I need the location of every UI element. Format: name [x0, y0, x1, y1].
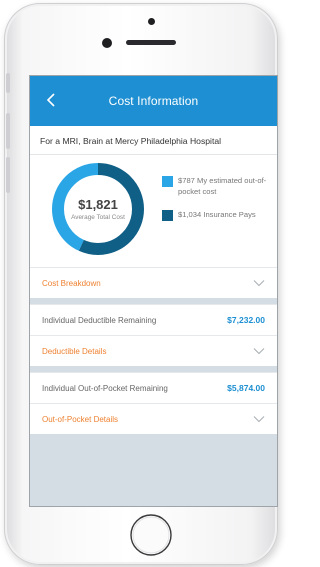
deductible-row: Individual Deductible Remaining $7,232.0… [30, 304, 277, 335]
out-of-pocket-details-toggle[interactable]: Out-of-Pocket Details [30, 403, 277, 434]
deductible-value: $7,232.00 [227, 315, 265, 325]
mute-switch [6, 73, 10, 93]
home-button[interactable] [128, 512, 174, 558]
page-title: Cost Information [108, 94, 199, 108]
deductible-card: Individual Deductible Remaining $7,232.0… [30, 304, 277, 366]
cost-breakdown-toggle[interactable]: Cost Breakdown [30, 267, 277, 298]
deductible-details-link[interactable]: Deductible Details [42, 347, 106, 356]
cost-breakdown-link[interactable]: Cost Breakdown [42, 279, 101, 288]
chevron-down-icon[interactable] [253, 415, 265, 423]
chart-legend: $787 My estimated out-of-pocket cost $1,… [162, 175, 277, 233]
back-chevron-icon[interactable] [44, 91, 60, 109]
out-of-pocket-swatch [162, 176, 173, 187]
deductible-label: Individual Deductible Remaining [42, 315, 157, 325]
insurance-swatch [162, 210, 173, 221]
legend-label: $1,034 Insurance Pays [178, 210, 256, 219]
legend-label: $787 My estimated out-of-pocket cost [178, 176, 267, 196]
out-of-pocket-value: $5,874.00 [227, 383, 265, 393]
volume-up-button [6, 113, 10, 149]
cost-donut-chart [52, 163, 144, 255]
cost-summary-card: For a MRI, Brain at Mercy Philadelphia H… [30, 126, 277, 267]
earpiece-speaker [126, 40, 176, 45]
sensor-dot [148, 18, 155, 25]
app-screen: Cost Information For a MRI, Brain at Mer… [29, 75, 278, 507]
chevron-down-icon[interactable] [253, 347, 265, 355]
procedure-description: For a MRI, Brain at Mercy Philadelphia H… [30, 134, 277, 155]
legend-item-insurance: $1,034 Insurance Pays [162, 209, 277, 221]
out-of-pocket-label: Individual Out-of-Pocket Remaining [42, 383, 168, 393]
deductible-details-toggle[interactable]: Deductible Details [30, 335, 277, 366]
volume-down-button [6, 157, 10, 193]
cost-chart-row: $1,821 Average Total Cost $787 My estima… [40, 155, 267, 267]
nav-bar: Cost Information [30, 76, 277, 126]
out-of-pocket-details-link[interactable]: Out-of-Pocket Details [42, 415, 118, 424]
out-of-pocket-card: Individual Out-of-Pocket Remaining $5,87… [30, 372, 277, 434]
out-of-pocket-row: Individual Out-of-Pocket Remaining $5,87… [30, 372, 277, 403]
legend-item-out-of-pocket: $787 My estimated out-of-pocket cost [162, 175, 277, 197]
chevron-down-icon[interactable] [253, 279, 265, 287]
cost-breakdown-card: Cost Breakdown [30, 267, 277, 298]
front-camera [102, 38, 112, 48]
